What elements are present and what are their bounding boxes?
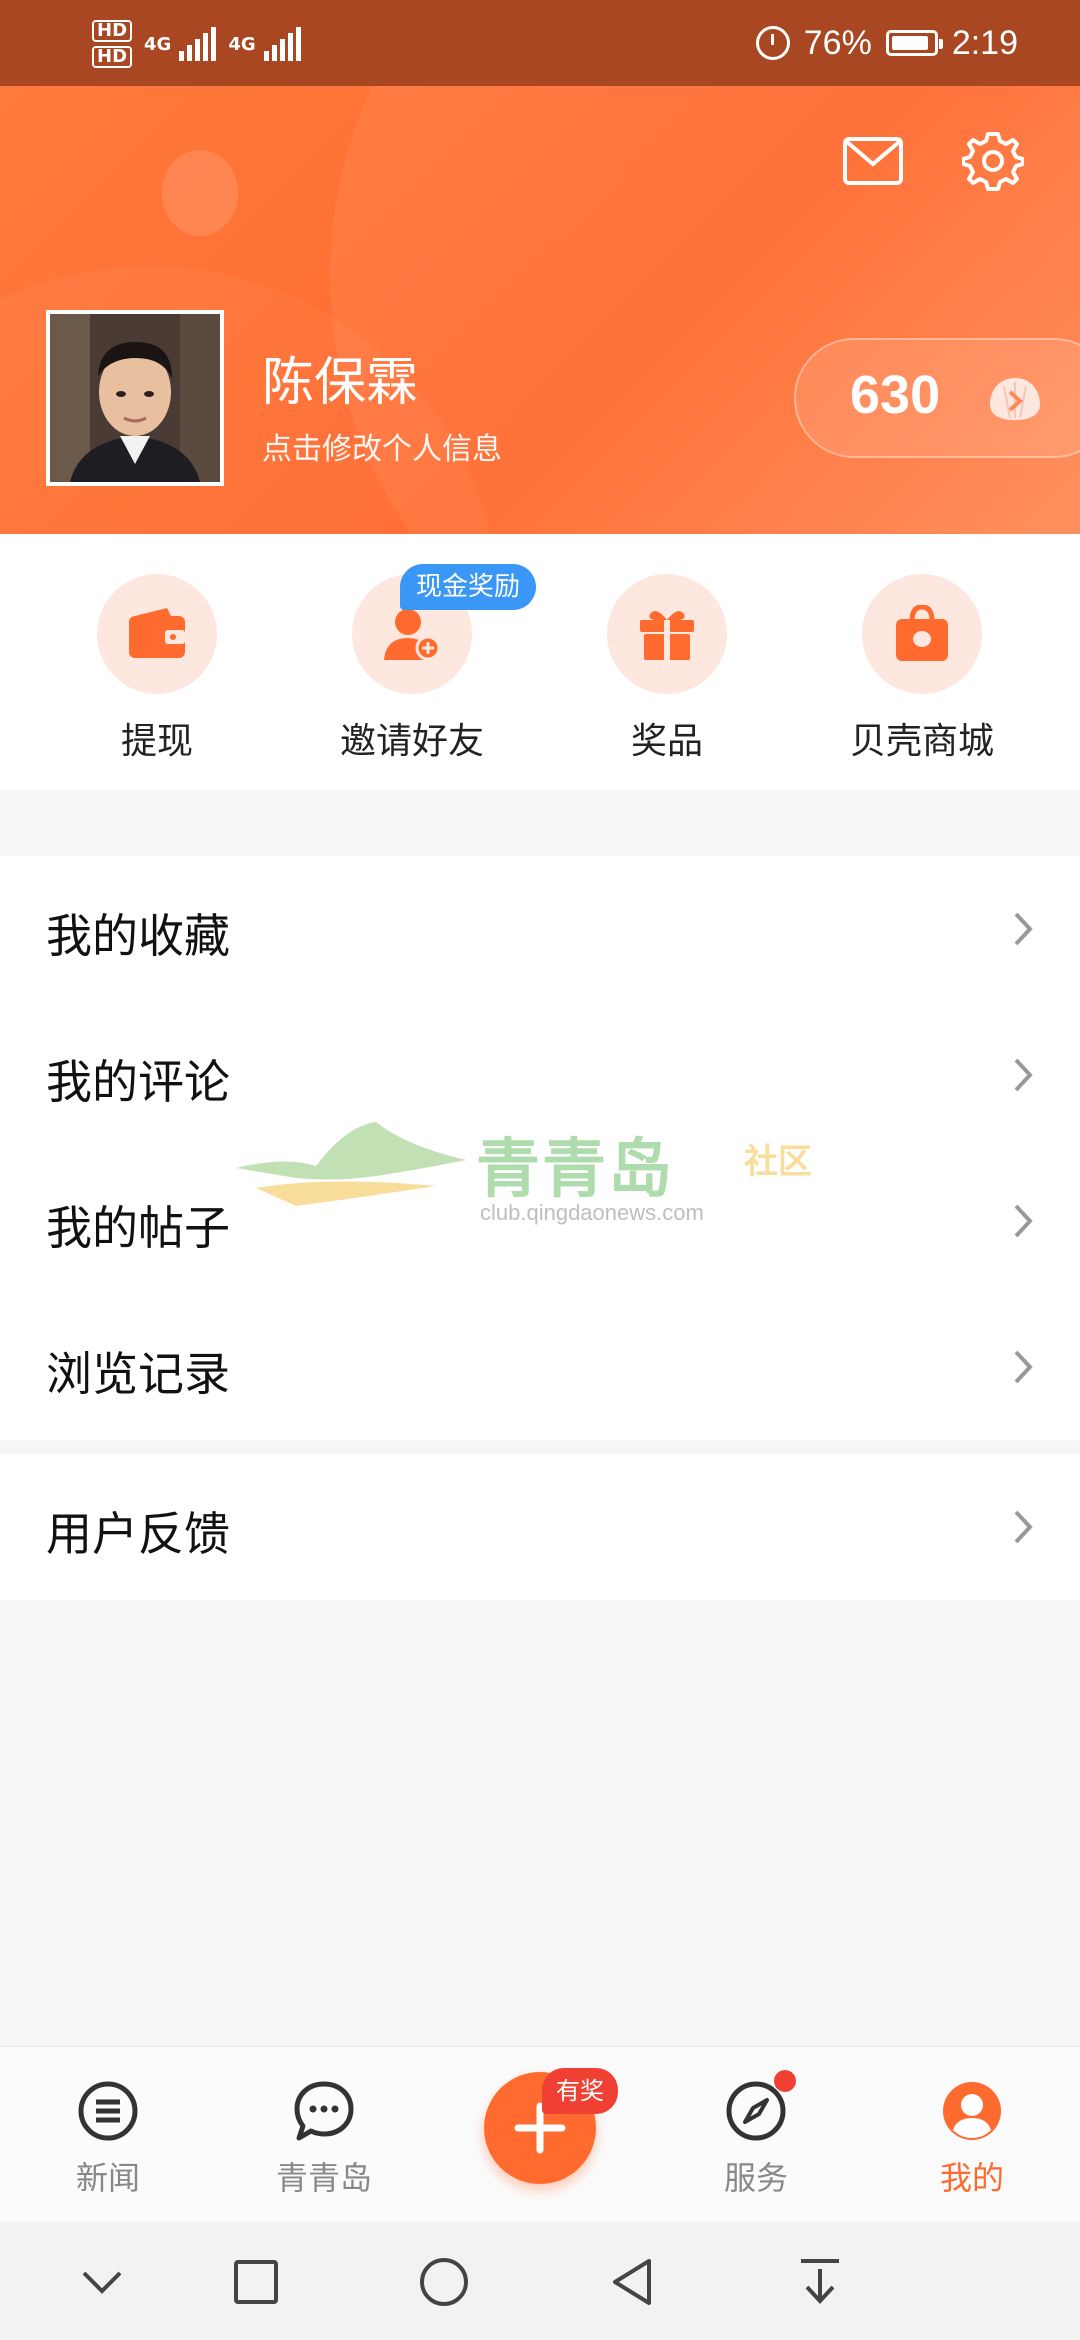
mail-icon[interactable] (838, 126, 908, 196)
menu-item-feedback[interactable]: 用户反馈 (0, 1454, 1080, 1600)
username[interactable]: 陈保霖 (262, 340, 418, 415)
battery-icon (885, 30, 943, 56)
signal-bars-icon (179, 27, 217, 61)
system-nav-bar (0, 2222, 1080, 2340)
gear-icon[interactable] (958, 126, 1028, 196)
signal-indicators: HD HD 4G 4G (92, 14, 301, 74)
menu-item-label: 我的收藏 (46, 909, 230, 963)
tab-label: 我的 (939, 2159, 1004, 2197)
prizes-button[interactable]: 奖品 (557, 574, 777, 774)
chevron-right-icon (1014, 1204, 1033, 1238)
watermark-name: 青青岛 (476, 1133, 674, 1207)
chevron-down-icon[interactable] (72, 2252, 132, 2312)
edit-profile-hint[interactable]: 点击修改个人信息 (262, 424, 502, 468)
tab-services[interactable]: 服务 (676, 2079, 836, 2199)
prizes-label: 奖品 (630, 721, 703, 762)
person-icon (940, 2079, 1004, 2143)
home-button[interactable] (414, 2252, 474, 2312)
network-type-sim1: 4G (144, 33, 172, 55)
tab-label: 服务 (723, 2159, 788, 2197)
hd-badge-sim1: HD (92, 20, 133, 42)
battery-percent: 76% (803, 23, 872, 62)
points-value: 630 (850, 365, 941, 425)
tab-qingqingdao[interactable]: 青青岛 (244, 2079, 404, 2199)
invite-friends-label: 邀请好友 (339, 721, 484, 762)
tab-mine[interactable]: 我的 (892, 2079, 1052, 2199)
tab-news[interactable]: 新闻 (28, 2079, 188, 2199)
wallet-icon (97, 574, 217, 694)
feedback-list: 用户反馈 (0, 1454, 1080, 1600)
menu-item-label: 我的帖子 (46, 1201, 230, 1255)
chevron-right-icon (1014, 1058, 1033, 1092)
avatar[interactable] (46, 310, 224, 486)
chat-bubble-icon (292, 2079, 356, 2143)
chevron-right-icon (1014, 1510, 1033, 1544)
withdraw-label: 提现 (120, 721, 193, 762)
tab-label: 青青岛 (275, 2159, 372, 2197)
status-bar: HD HD 4G 4G 76% 2:19 (0, 0, 1080, 86)
points-balance-button[interactable]: 630 (794, 338, 1080, 458)
shopping-bag-icon (862, 574, 982, 694)
withdraw-button[interactable]: 提现 (47, 574, 267, 774)
hd-badge-sim2: HD (92, 46, 133, 68)
menu-item-label: 我的评论 (46, 1055, 230, 1109)
signal-bars-icon (263, 27, 301, 61)
menu-list-icon (76, 2079, 140, 2143)
shell-mall-button[interactable]: 贝壳商城 (812, 574, 1032, 774)
network-type-sim2: 4G (228, 33, 256, 55)
notification-dot (774, 2070, 796, 2092)
watermark-url: club.qingdaonews.com (480, 1200, 704, 1225)
menu-item-label: 用户反馈 (46, 1507, 230, 1561)
shell-mall-label: 贝壳商城 (849, 721, 994, 762)
clock: 2:19 (951, 23, 1018, 62)
alarm-icon (755, 26, 790, 60)
back-button[interactable] (602, 2252, 662, 2312)
profile-header: 陈保霖 点击修改个人信息 630 (0, 86, 1080, 534)
menu-item-label: 浏览记录 (46, 1347, 230, 1401)
menu-item-history[interactable]: 浏览记录 (0, 1294, 1080, 1440)
watermark-logo: 青青岛 社区 club.qingdaonews.com (236, 1116, 836, 1236)
watermark-suffix: 社区 (744, 1142, 812, 1182)
recent-apps-button[interactable] (226, 2252, 286, 2312)
chevron-right-icon (1014, 912, 1033, 946)
gift-icon (607, 574, 727, 694)
tab-label: 新闻 (75, 2159, 140, 2197)
chevron-right-icon (1014, 1350, 1033, 1384)
notification-pulldown-icon[interactable] (790, 2252, 850, 2312)
menu-item-favorites[interactable]: 我的收藏 (0, 856, 1080, 1002)
shell-icon (988, 374, 1042, 424)
cash-reward-badge: 现金奖励 (400, 564, 537, 610)
reward-badge: 有奖 (542, 2068, 618, 2114)
quick-actions: 提现 邀请好友 现金奖励 奖品 贝壳商城 (0, 534, 1080, 790)
